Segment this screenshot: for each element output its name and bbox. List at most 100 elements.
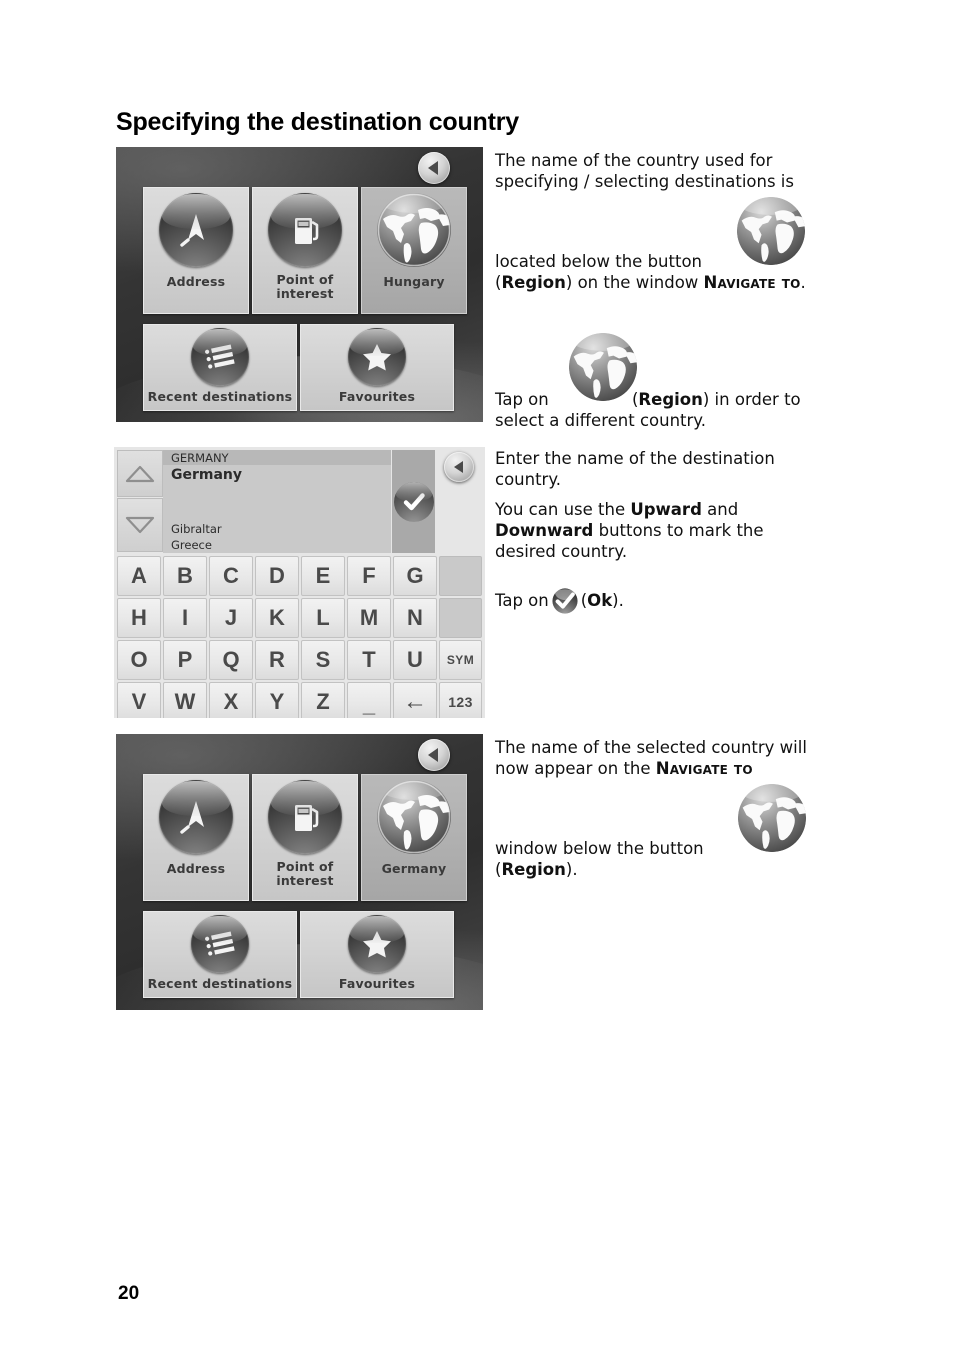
ok-button[interactable] bbox=[392, 450, 435, 553]
tap-on-label: Tap on bbox=[495, 390, 549, 409]
key-N[interactable]: N bbox=[393, 598, 437, 638]
instruction-block-4: The name of the selected country will no… bbox=[495, 737, 895, 779]
key-R[interactable]: R bbox=[255, 640, 299, 680]
instruction-line: specifying / selecting destinations is bbox=[495, 172, 794, 191]
list-icon bbox=[191, 328, 249, 386]
back-arrow-button[interactable] bbox=[418, 152, 450, 184]
text-fragment: and bbox=[701, 500, 739, 519]
key-sym[interactable]: SYM bbox=[439, 640, 482, 680]
text-fragment: buttons to mark the bbox=[593, 521, 764, 540]
location-arrow-icon bbox=[159, 780, 233, 854]
tile-label-line1: Point of bbox=[276, 859, 334, 874]
instruction-line: select a different country. bbox=[495, 411, 706, 430]
tile-point-of-interest[interactable]: Point of interest bbox=[252, 187, 358, 314]
key-C[interactable]: C bbox=[209, 556, 253, 596]
tile-favourites[interactable]: Favourites bbox=[300, 324, 454, 411]
instruction-block-1: The name of the country used for specify… bbox=[495, 150, 895, 192]
tile-address[interactable]: Address bbox=[143, 187, 249, 314]
text-fragment: You can use the bbox=[495, 500, 631, 519]
tile-region-country[interactable]: Germany bbox=[361, 774, 467, 901]
key-Q[interactable]: Q bbox=[209, 640, 253, 680]
tile-recent-destinations[interactable]: Recent destinations bbox=[143, 911, 297, 998]
list-item-suggestion-2[interactable]: Greece bbox=[171, 538, 212, 552]
instruction-block-1-cont: located below the button (Region) on the… bbox=[495, 251, 895, 293]
tile-favourites[interactable]: Favourites bbox=[300, 911, 454, 998]
list-item-suggestion-1[interactable]: Gibraltar bbox=[171, 522, 222, 536]
key-X[interactable]: X bbox=[209, 682, 253, 718]
key-F[interactable]: F bbox=[347, 556, 391, 596]
device-screenshot-country-keyboard: GERMANY Germany Gibraltar Greece A B C D… bbox=[114, 447, 485, 718]
key-123[interactable]: 123 bbox=[439, 682, 482, 718]
list-icon bbox=[191, 915, 249, 973]
location-arrow-icon bbox=[159, 193, 233, 267]
tile-label: Address bbox=[166, 274, 226, 289]
key-space-underscore[interactable]: _ bbox=[347, 682, 391, 718]
term-ok: Ok bbox=[587, 591, 613, 610]
upward-button[interactable] bbox=[117, 450, 163, 497]
key-O[interactable]: O bbox=[117, 640, 161, 680]
back-arrow-icon bbox=[428, 748, 438, 762]
downward-button[interactable] bbox=[117, 498, 163, 552]
key-J[interactable]: J bbox=[209, 598, 253, 638]
tile-label-line2: interest bbox=[276, 873, 334, 888]
instruction-line: You can use the Upward and bbox=[495, 499, 895, 520]
tile-label: Point of interest bbox=[276, 273, 333, 301]
matched-country[interactable]: Germany bbox=[171, 467, 242, 483]
term-region: Region bbox=[501, 860, 566, 879]
key-D[interactable]: D bbox=[255, 556, 299, 596]
instruction-line: country. bbox=[495, 470, 561, 489]
key-backspace[interactable]: ← bbox=[393, 682, 437, 718]
key-I[interactable]: I bbox=[163, 598, 207, 638]
key-B[interactable]: B bbox=[163, 556, 207, 596]
key-M[interactable]: M bbox=[347, 598, 391, 638]
tile-address[interactable]: Address bbox=[143, 774, 249, 901]
instruction-line: Downward buttons to mark the bbox=[495, 520, 895, 541]
key-G[interactable]: G bbox=[393, 556, 437, 596]
tile-label-country: Hungary bbox=[383, 274, 445, 289]
tile-label: Recent destinations bbox=[147, 976, 293, 991]
instruction-block-2: Tap on (Region) in order to select a dif… bbox=[495, 389, 895, 431]
tile-region-country[interactable]: Hungary bbox=[361, 187, 467, 314]
key-Y[interactable]: Y bbox=[255, 682, 299, 718]
key-U[interactable]: U bbox=[393, 640, 437, 680]
tile-label: Recent destinations bbox=[147, 389, 293, 404]
tile-label-line1: Point of bbox=[276, 272, 334, 287]
instruction-line: The name of the country used for bbox=[495, 151, 773, 170]
key-L[interactable]: L bbox=[301, 598, 345, 638]
key-Z[interactable]: Z bbox=[301, 682, 345, 718]
instruction-line: (Region) on the window Navigate to. bbox=[495, 272, 895, 293]
star-icon bbox=[348, 328, 406, 386]
tile-label-country: Germany bbox=[381, 861, 447, 876]
key-S[interactable]: S bbox=[301, 640, 345, 680]
key-W[interactable]: W bbox=[163, 682, 207, 718]
key-H[interactable]: H bbox=[117, 598, 161, 638]
key-E[interactable]: E bbox=[301, 556, 345, 596]
instruction-block-3: Enter the name of the destination countr… bbox=[495, 448, 895, 490]
back-arrow-button[interactable] bbox=[444, 452, 474, 482]
key-K[interactable]: K bbox=[255, 598, 299, 638]
fuel-pump-icon bbox=[268, 193, 342, 267]
checkmark-icon bbox=[393, 481, 434, 522]
fuel-pump-icon bbox=[268, 780, 342, 854]
country-list[interactable]: GERMANY Germany Gibraltar Greece bbox=[163, 450, 391, 553]
key-blank-row1 bbox=[439, 556, 482, 596]
tile-label: Favourites bbox=[338, 976, 416, 991]
back-arrow-button[interactable] bbox=[418, 739, 450, 771]
text-fragment: ). bbox=[565, 860, 578, 879]
tile-recent-destinations[interactable]: Recent destinations bbox=[143, 324, 297, 411]
key-T[interactable]: T bbox=[347, 640, 391, 680]
text-fragment: ) in order to bbox=[702, 390, 801, 409]
page-title: Specifying the destination country bbox=[116, 108, 519, 136]
key-P[interactable]: P bbox=[163, 640, 207, 680]
term-downward: Downward bbox=[495, 521, 594, 540]
tile-label: Address bbox=[166, 861, 226, 876]
tile-label-line2: interest bbox=[276, 286, 334, 301]
tile-label: Favourites bbox=[338, 389, 416, 404]
key-V[interactable]: V bbox=[117, 682, 161, 718]
key-blank-row2 bbox=[439, 598, 482, 638]
key-A[interactable]: A bbox=[117, 556, 161, 596]
instruction-line: Tap on (Region) in order to bbox=[495, 389, 895, 410]
tile-point-of-interest[interactable]: Point of interest bbox=[252, 774, 358, 901]
text-fragment: ) on the window bbox=[565, 273, 704, 292]
term-region: Region bbox=[501, 273, 566, 292]
